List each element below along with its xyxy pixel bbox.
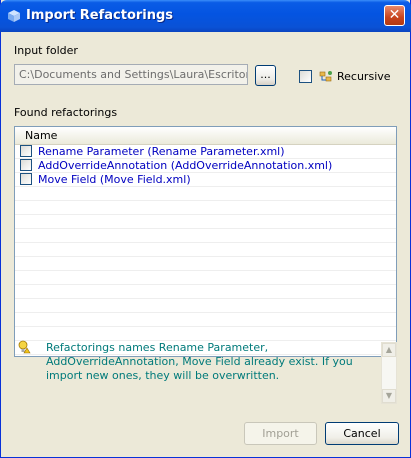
row-label: Rename Parameter (Rename Parameter.xml) (38, 145, 285, 158)
recursive-checkbox[interactable] (299, 70, 312, 83)
row-checkbox[interactable] (20, 145, 32, 157)
dialog-content: Input folder C:\Documents and Settings\L… (1, 32, 410, 457)
recursive-icon (319, 71, 332, 82)
empty-row (15, 257, 396, 271)
empty-row (15, 299, 396, 313)
found-refactorings-label: Found refactorings (14, 106, 118, 119)
title-bar[interactable]: Import Refactorings ✕ (0, 0, 411, 32)
empty-row (15, 187, 396, 201)
row-label: AddOverrideAnnotation (AddOverrideAnnota… (38, 159, 333, 172)
message-scrollbar[interactable]: ▲ ▼ (381, 342, 397, 404)
row-label: Move Field (Move Field.xml) (38, 173, 191, 186)
empty-row (15, 201, 396, 215)
warning-lightbulb-icon (18, 340, 31, 354)
empty-row (15, 285, 396, 299)
empty-row (15, 313, 396, 327)
cancel-button[interactable]: Cancel (325, 422, 399, 445)
column-header-name[interactable]: Name (15, 127, 396, 145)
scroll-down-arrow[interactable]: ▼ (382, 389, 396, 403)
empty-row (15, 215, 396, 229)
empty-row (15, 271, 396, 285)
table-row[interactable]: Move Field (Move Field.xml) (15, 173, 396, 187)
import-button[interactable]: Import (244, 422, 317, 445)
duplicate-warning-message: Refactorings names Rename Parameter, Add… (46, 341, 353, 382)
window-title: Import Refactorings (26, 8, 174, 23)
scroll-up-arrow[interactable]: ▲ (382, 343, 396, 357)
table-row[interactable]: Rename Parameter (Rename Parameter.xml) (15, 145, 396, 159)
row-checkbox[interactable] (20, 159, 32, 171)
empty-row (15, 243, 396, 257)
close-button[interactable]: ✕ (384, 5, 405, 26)
browse-button[interactable]: ... (255, 65, 276, 86)
app-cube-icon (8, 10, 20, 22)
input-folder-label: Input folder (14, 44, 78, 57)
input-folder-field[interactable]: C:\Documents and Settings\Laura\Escritor… (14, 64, 248, 85)
import-refactorings-dialog: Import Refactorings ✕ Input folder C:\Do… (0, 0, 411, 458)
refactorings-table[interactable]: Name Rename Parameter (Rename Parameter.… (14, 126, 397, 357)
recursive-label[interactable]: Recursive (337, 70, 391, 83)
empty-row (15, 229, 396, 243)
empty-row (15, 327, 396, 341)
table-row[interactable]: AddOverrideAnnotation (AddOverrideAnnota… (15, 159, 396, 173)
row-checkbox[interactable] (20, 173, 32, 185)
